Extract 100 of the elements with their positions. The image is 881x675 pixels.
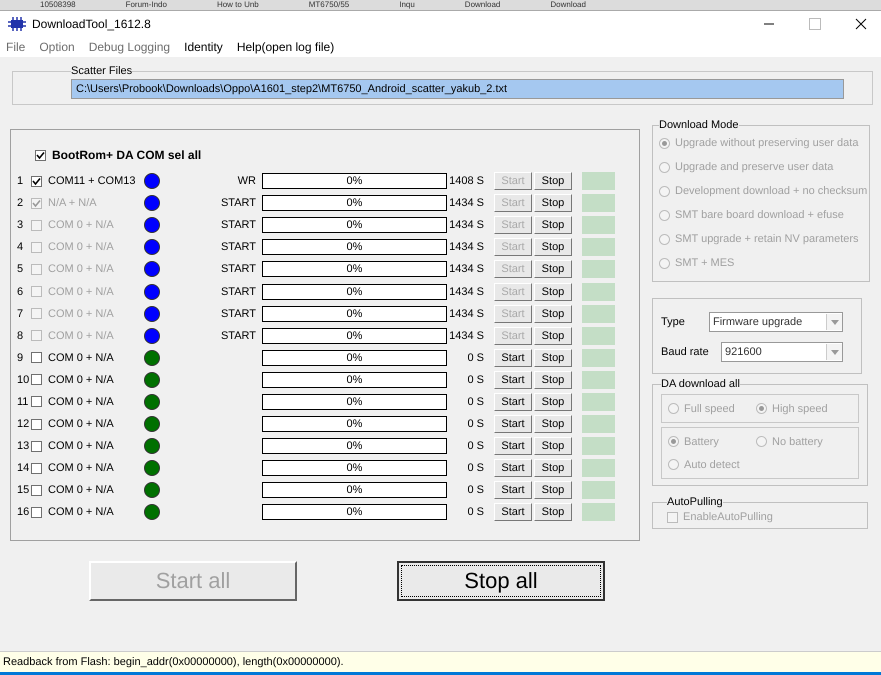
browser-tab[interactable]: Download: [550, 0, 586, 10]
elapsed-time: 1434 S: [448, 286, 484, 298]
radio-button[interactable]: [659, 234, 670, 244]
status-light: [582, 459, 615, 478]
radio-label: Auto detect: [684, 458, 740, 470]
port-status: START: [220, 263, 256, 276]
port-number: 9: [16, 352, 24, 364]
start-button[interactable]: Start: [494, 481, 532, 500]
start-button[interactable]: Start: [494, 415, 532, 434]
elapsed-time: 1434 S: [448, 330, 484, 342]
port-number: 11: [16, 396, 30, 408]
port-label: COM 0 + N/A: [48, 418, 115, 430]
browser-tab[interactable]: MT6750/55: [308, 0, 350, 10]
progress-text: 0%: [346, 352, 362, 364]
action-button[interactable]: Stop all: [397, 561, 605, 601]
stop-button[interactable]: Stop: [534, 481, 572, 500]
status-light: [582, 415, 615, 434]
radio-label: SMT upgrade + retain NV parameters: [675, 233, 859, 245]
port-label: COM 0 + N/A: [48, 286, 115, 298]
radio-label: SMT bare board download + efuse: [675, 209, 844, 221]
elapsed-time: 1434 S: [448, 308, 484, 320]
port-label: COM 0 + N/A: [48, 241, 115, 254]
browser-tab[interactable]: How to Unb: [216, 0, 259, 10]
checkbox[interactable]: [31, 440, 42, 452]
checkbox[interactable]: [31, 396, 42, 408]
elapsed-time: 0 S: [466, 418, 484, 430]
port-label: COM 0 + N/A: [48, 506, 115, 518]
menu-item[interactable]: Help(open log file): [236, 40, 334, 54]
port-label: COM 0 + N/A: [48, 263, 115, 276]
status-light: [582, 238, 615, 256]
stop-button[interactable]: Stop: [534, 392, 572, 411]
start-button[interactable]: Start: [494, 503, 532, 522]
stop-button[interactable]: Stop: [534, 459, 572, 478]
port-label: COM 0 + N/A: [48, 440, 115, 452]
progress-text: 0%: [346, 330, 362, 342]
status-light: [582, 370, 615, 389]
radio-label: Battery: [684, 436, 719, 448]
status-light: [582, 194, 615, 212]
scatter-file-path[interactable]: C:\Users\Probook\Downloads\Oppo\A1601_step2\MT6750_Android_scatter_yakub_2.txt: [71, 79, 844, 99]
radio-button[interactable]: [668, 403, 679, 414]
checkbox[interactable]: [31, 352, 42, 364]
radio-button[interactable]: [659, 186, 670, 196]
checkbox[interactable]: [31, 176, 42, 187]
start-button[interactable]: Start: [494, 370, 532, 389]
port-label: COM 0 + N/A: [48, 396, 115, 408]
radio-label: Upgrade without preserving user data: [675, 137, 858, 149]
radio-button[interactable]: [756, 403, 767, 414]
stop-button[interactable]: Stop: [534, 415, 572, 434]
radio-button[interactable]: [659, 258, 670, 268]
stop-button[interactable]: Stop: [534, 437, 572, 456]
close-icon[interactable]: [855, 18, 867, 30]
checkbox[interactable]: [31, 506, 42, 518]
elapsed-time: 0 S: [466, 352, 484, 364]
status-light: [582, 216, 615, 234]
checkbox[interactable]: [35, 150, 46, 160]
radio-button[interactable]: [668, 436, 679, 447]
radio-button[interactable]: [668, 459, 679, 470]
elapsed-time: 0 S: [466, 462, 484, 474]
stop-button[interactable]: Stop: [534, 172, 572, 190]
radio-label: Development download + no checksum: [675, 185, 868, 197]
stop-button[interactable]: Stop: [534, 503, 572, 522]
radio-button[interactable]: [659, 162, 670, 172]
elapsed-time: 0 S: [466, 374, 484, 386]
browser-tab[interactable]: Inqu: [399, 0, 415, 10]
checkbox[interactable]: [31, 418, 42, 430]
start-button[interactable]: Start: [494, 392, 532, 411]
start-button[interactable]: Start: [494, 348, 532, 367]
port-label: COM 0 + N/A: [48, 374, 115, 386]
port-number: 2: [16, 197, 24, 210]
checkbox[interactable]: [31, 462, 42, 474]
progress-text: 0%: [346, 197, 362, 210]
start-button[interactable]: Start: [494, 459, 532, 478]
stop-button[interactable]: Stop: [534, 348, 572, 367]
progress-text: 0%: [346, 396, 362, 408]
menu-item[interactable]: Identity: [184, 40, 223, 54]
port-number: 8: [16, 330, 24, 342]
port-label: COM11 + COM13: [48, 175, 137, 188]
group-title: AutoPulling: [667, 496, 723, 508]
stop-button[interactable]: Stop: [534, 370, 572, 389]
type-dropdown[interactable]: Firmware upgrade: [709, 312, 843, 332]
browser-tab[interactable]: Download: [464, 0, 500, 10]
browser-tab[interactable]: Forum-Indo: [126, 0, 167, 10]
checkbox-label: BootRom+ DA COM sel all: [52, 148, 202, 162]
window-title: DownloadTool_1612.8: [32, 17, 151, 31]
checkbox[interactable]: [667, 512, 678, 522]
progress-text: 0%: [346, 440, 362, 452]
status-light: [582, 326, 615, 345]
maximize-icon[interactable]: [809, 18, 821, 30]
port-number: 12: [16, 418, 30, 430]
status-light: [582, 172, 615, 190]
radio-button[interactable]: [756, 436, 767, 447]
baud-rate-dropdown[interactable]: 921600: [721, 342, 843, 362]
radio-button[interactable]: [659, 138, 670, 148]
radio-label: High speed: [772, 402, 828, 414]
checkbox[interactable]: [31, 374, 42, 386]
progress-text: 0%: [346, 484, 362, 496]
radio-button[interactable]: [659, 210, 670, 220]
start-button[interactable]: Start: [494, 437, 532, 456]
browser-tab[interactable]: 10508398: [40, 0, 76, 10]
checkbox[interactable]: [31, 484, 42, 496]
